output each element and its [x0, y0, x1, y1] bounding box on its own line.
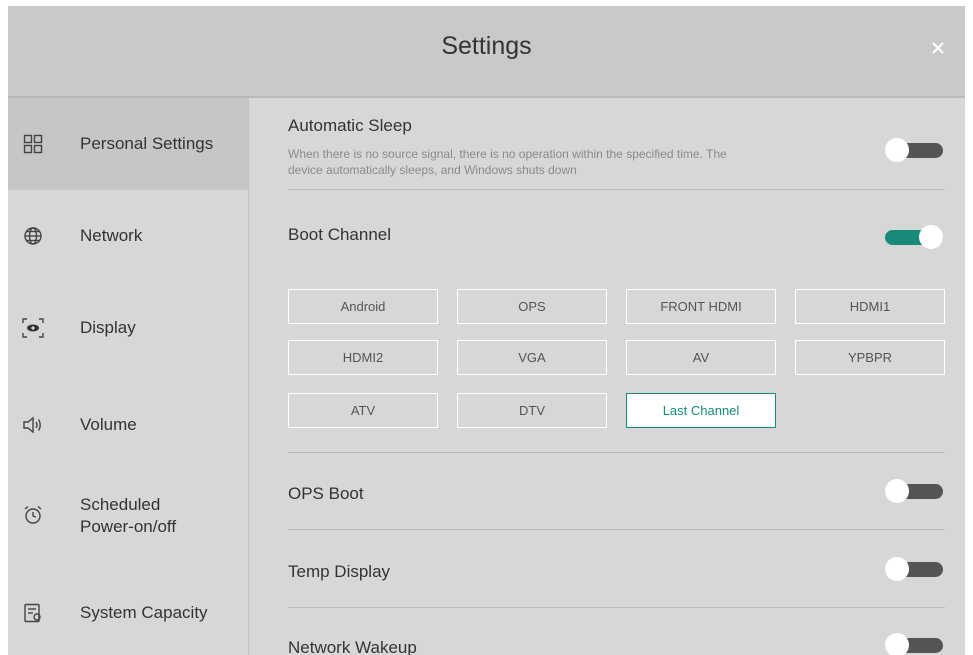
divider [288, 452, 945, 453]
header-bar: Settings [8, 6, 965, 98]
sidebar-item-network[interactable]: Network [8, 190, 248, 282]
sidebar-item-scheduled-power[interactable]: Scheduled Power-on/off [8, 466, 248, 566]
channel-option-vga[interactable]: VGA [457, 340, 607, 375]
divider [288, 529, 945, 530]
settings-content: Automatic Sleep When there is no source … [249, 98, 965, 655]
network-wakeup-toggle[interactable] [885, 633, 943, 655]
channel-option-hdmi2[interactable]: HDMI2 [288, 340, 438, 375]
speaker-icon [22, 414, 44, 436]
grid-icon [22, 133, 44, 155]
sidebar-item-display[interactable]: Display [8, 282, 248, 374]
automatic-sleep-toggle[interactable] [885, 138, 943, 162]
automatic-sleep-description-line1: When there is no source signal, there is… [288, 147, 727, 161]
display-icon [22, 317, 44, 339]
page-title: Settings [441, 32, 532, 60]
channel-option-av[interactable]: AV [626, 340, 776, 375]
sidebar-item-label: Display [80, 318, 136, 337]
sidebar-item-label: System Capacity [80, 603, 208, 622]
automatic-sleep-title: Automatic Sleep [288, 116, 412, 135]
toggle-knob [885, 138, 909, 162]
channel-option-ops[interactable]: OPS [457, 289, 607, 324]
sidebar-item-volume[interactable]: Volume [8, 374, 248, 466]
sidebar-item-label: Volume [80, 415, 137, 434]
toggle-knob [885, 557, 909, 581]
close-icon [932, 42, 944, 54]
network-wakeup-title: Network Wakeup [288, 638, 417, 655]
ops-boot-toggle[interactable] [885, 479, 943, 503]
settings-window: Settings Personal Settings Network Displ… [8, 6, 965, 655]
channel-option-front-hdmi[interactable]: FRONT HDMI [626, 289, 776, 324]
channel-option-hdmi1[interactable]: HDMI1 [795, 289, 945, 324]
sidebar-item-label-line2: Power-on/off [80, 517, 177, 536]
boot-channel-toggle[interactable] [885, 225, 943, 249]
storage-icon [22, 602, 44, 624]
divider [288, 189, 945, 190]
sidebar: Personal Settings Network Display Volume… [8, 98, 249, 655]
channel-option-atv[interactable]: ATV [288, 393, 438, 428]
sidebar-item-label-line1: Scheduled [80, 495, 161, 514]
globe-icon [22, 225, 44, 247]
sidebar-item-system-capacity[interactable]: System Capacity [8, 566, 248, 655]
divider [288, 607, 945, 608]
automatic-sleep-description-line2: device automatically sleeps, and Windows… [288, 163, 577, 177]
sidebar-item-label: Personal Settings [80, 134, 214, 153]
alarm-clock-icon [22, 504, 44, 526]
toggle-knob [919, 225, 943, 249]
sidebar-item-label: Network [80, 226, 143, 245]
channel-option-dtv[interactable]: DTV [457, 393, 607, 428]
temp-display-toggle[interactable] [885, 557, 943, 581]
ops-boot-title: OPS Boot [288, 484, 364, 503]
temp-display-title: Temp Display [288, 562, 391, 581]
toggle-knob [885, 479, 909, 503]
channel-option-last-channel[interactable]: Last Channel [626, 393, 776, 428]
close-button[interactable] [927, 37, 949, 59]
channel-option-ypbpr[interactable]: YPBPR [795, 340, 945, 375]
sidebar-item-personal-settings[interactable]: Personal Settings [8, 98, 248, 190]
boot-channel-title: Boot Channel [288, 225, 392, 244]
toggle-knob [885, 633, 909, 655]
channel-option-android[interactable]: Android [288, 289, 438, 324]
